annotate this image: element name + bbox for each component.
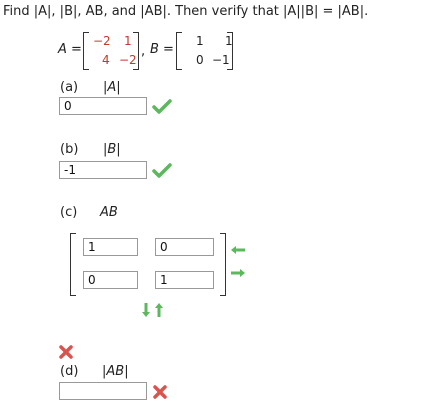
matrix-b-right-bracket	[227, 32, 233, 70]
part-b-label: (b)	[60, 142, 79, 157]
matrix-b-entry: 0	[196, 53, 204, 67]
problem-statement: Find |A|, |B|, AB, and |AB|. Then verify…	[3, 4, 369, 19]
x-mark-icon	[59, 345, 73, 359]
ab-entry-input-1-2[interactable]: 0	[155, 238, 214, 256]
matrix-a-entry: −2	[93, 34, 111, 48]
part-b-expression: |B|	[103, 142, 121, 157]
arrow-up-icon[interactable]	[154, 302, 164, 318]
arrow-down-icon[interactable]	[141, 302, 151, 318]
matrix-b-entry: 1	[196, 34, 204, 48]
x-mark-icon	[153, 385, 167, 399]
matrix-a-entry: 4	[102, 53, 110, 67]
checkmark-icon	[152, 163, 172, 178]
part-d-label: (d)	[60, 364, 79, 379]
part-d-answer-input[interactable]	[59, 382, 147, 400]
arrow-right-icon[interactable]	[230, 268, 246, 278]
part-a-expression: |A|	[103, 80, 121, 95]
part-a-label: (a)	[60, 80, 79, 95]
matrix-a-label: A =	[58, 42, 82, 57]
matrix-ab-right-bracket	[220, 233, 226, 296]
arrow-left-icon[interactable]	[230, 245, 246, 255]
matrix-ab-left-bracket	[70, 233, 76, 296]
matrix-separator: ,	[141, 44, 146, 59]
part-a-answer-input[interactable]: 0	[59, 97, 147, 115]
ab-entry-input-2-1[interactable]: 0	[83, 271, 138, 289]
matrix-a-left-bracket	[83, 32, 89, 70]
matrix-a-right-bracket	[133, 32, 139, 70]
ab-entry-input-1-1[interactable]: 1	[83, 238, 138, 256]
checkmark-icon	[152, 99, 172, 114]
part-b-answer-input[interactable]: -1	[59, 161, 147, 179]
part-c-expression: AB	[100, 205, 118, 220]
part-c-label: (c)	[60, 205, 78, 220]
ab-entry-input-2-2[interactable]: 1	[155, 271, 214, 289]
matrix-a-entry: 1	[124, 34, 132, 48]
part-d-expression: |AB|	[102, 364, 129, 379]
matrix-b-left-bracket	[176, 32, 182, 70]
matrix-b-label: B =	[150, 42, 174, 57]
